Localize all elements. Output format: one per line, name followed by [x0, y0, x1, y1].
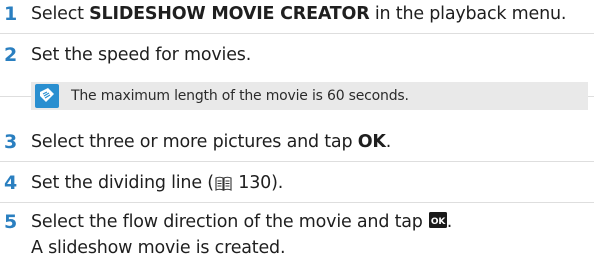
step-1: 1 Select SLIDESHOW MOVIE CREATOR in the … [0, 1, 594, 34]
manual-page: 1 Select SLIDESHOW MOVIE CREATOR in the … [0, 0, 594, 271]
ok-icon-label: OK [431, 217, 446, 227]
step-text: Select SLIDESHOW MOVIE CREATOR in the pl… [31, 4, 567, 24]
menu-item-name: SLIDESHOW MOVIE CREATOR [89, 4, 370, 24]
page-reference-icon [215, 176, 232, 191]
step-number: 3 [4, 131, 18, 153]
step-number: 5 [4, 211, 18, 233]
note-box: The maximum length of the movie is 60 se… [31, 82, 588, 110]
step-number: 2 [4, 44, 18, 66]
step-3: 3 Select three or more pictures and tap … [0, 129, 594, 162]
ok-button-icon: OK [428, 212, 447, 228]
step-4: 4 Set the dividing line ( 130). [0, 170, 594, 203]
step-number: 1 [4, 3, 18, 25]
step-number: 4 [4, 172, 18, 194]
page-reference: 130 [238, 173, 272, 193]
step-text: Select the flow direction of the movie a… [31, 209, 590, 261]
step-text: Set the speed for movies. [31, 45, 252, 65]
memo-note-icon [35, 84, 59, 108]
result-text: A slideshow movie is created. [31, 238, 286, 258]
note-text: The maximum length of the movie is 60 se… [71, 88, 409, 104]
ok-label: OK [357, 132, 386, 152]
step-text: Select three or more pictures and tap OK… [31, 132, 392, 152]
step-5: 5 Select the flow direction of the movie… [0, 209, 594, 269]
step-text: Set the dividing line ( 130). [31, 173, 284, 193]
